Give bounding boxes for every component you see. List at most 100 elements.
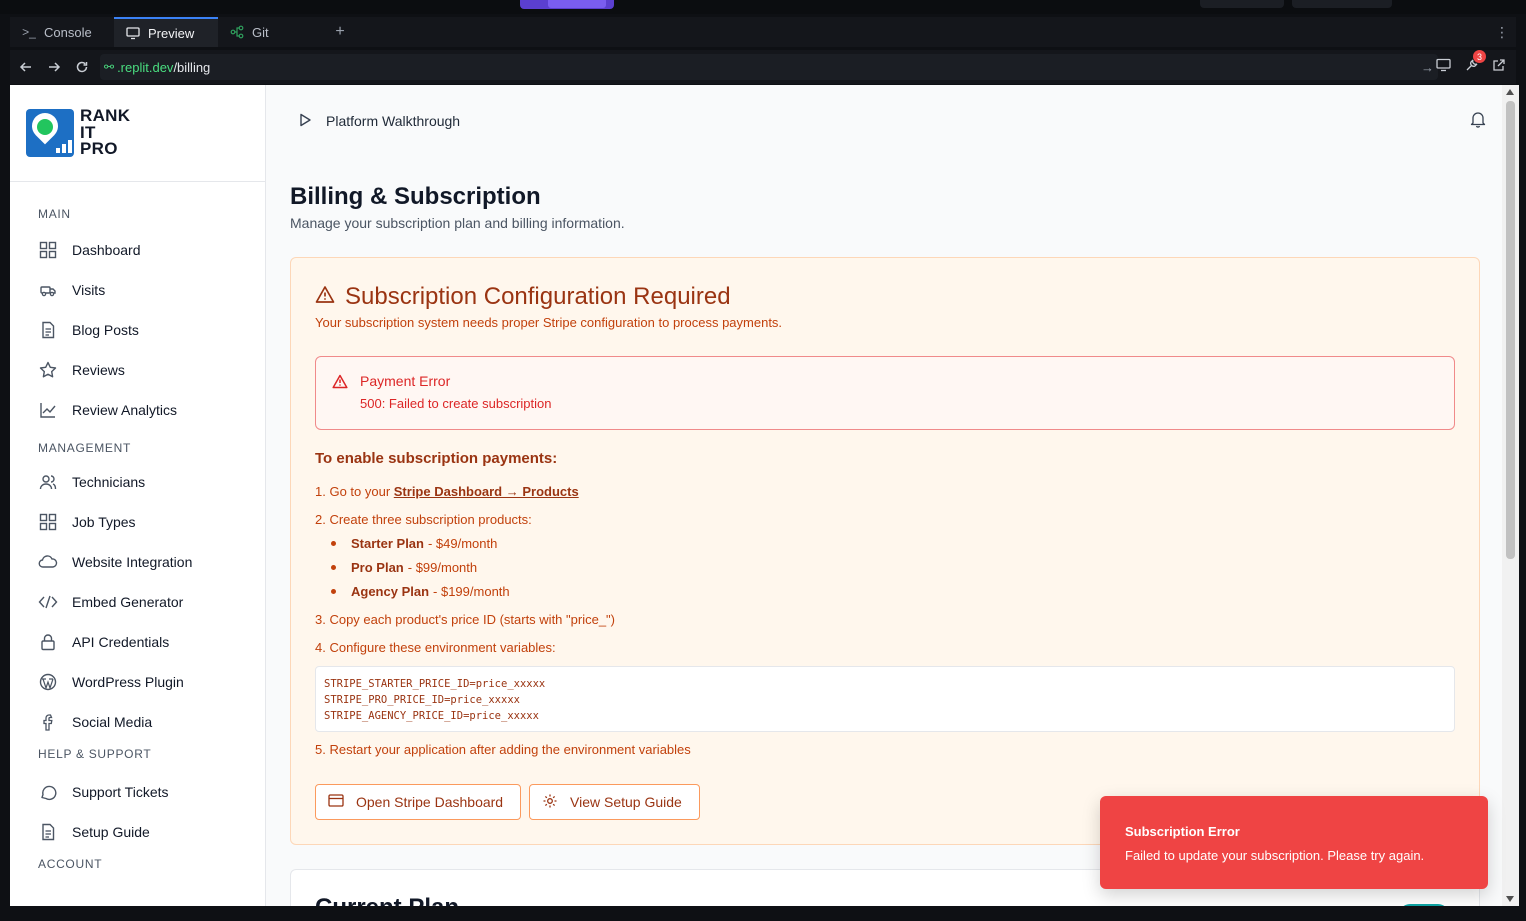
document-icon <box>38 320 58 340</box>
more-vertical-icon: ⋮ <box>1495 23 1509 40</box>
gear-icon <box>542 793 558 812</box>
page-title: Billing & Subscription <box>290 183 541 210</box>
tab-preview[interactable]: Preview <box>114 17 218 47</box>
env-variables-code-block[interactable]: STRIPE_STARTER_PRICE_ID=price_xxxxx STRI… <box>315 666 1455 732</box>
toast-title: Subscription Error <box>1125 824 1240 839</box>
payment-error-alert: Payment Error 500: Failed to create subs… <box>315 356 1455 430</box>
stripe-products-link[interactable]: Stripe Dashboard → Products <box>394 484 579 499</box>
step-2: 2. Create three subscription products: <box>315 512 532 527</box>
steps-heading: To enable subscription payments: <box>315 450 558 467</box>
sidebar-item-api-credentials[interactable]: API Credentials <box>10 622 265 662</box>
play-icon[interactable] <box>298 113 312 130</box>
refresh-icon <box>76 61 88 73</box>
lock-icon <box>38 632 58 652</box>
payment-error-title: Payment Error <box>360 373 451 389</box>
tab-menu-button[interactable]: ⋮ <box>1488 17 1516 47</box>
dashboard-icon <box>38 240 58 260</box>
brand-wordmark: RANK IT PRO <box>80 106 131 158</box>
scroll-down-arrow[interactable] <box>1506 896 1514 902</box>
window-bottom-strip <box>0 906 1526 921</box>
navigate-arrow-icon[interactable]: → <box>1421 60 1434 75</box>
warning-icon <box>315 283 335 311</box>
plan-item-agency: Agency Plan - $199/month <box>331 584 510 599</box>
page-subtitle: Manage your subscription plan and billin… <box>290 215 625 231</box>
sidebar-item-dashboard[interactable]: Dashboard <box>10 230 265 270</box>
truck-icon <box>38 280 58 300</box>
top-control[interactable] <box>1292 0 1392 8</box>
subscription-error-toast[interactable]: Subscription Error Failed to update your… <box>1100 796 1488 889</box>
external-link-icon[interactable] <box>1490 56 1508 74</box>
device-icon[interactable] <box>1434 56 1452 74</box>
sidebar-item-review-analytics[interactable]: Review Analytics <box>10 390 265 430</box>
sidebar-item-job-types[interactable]: Job Types <box>10 502 265 542</box>
credit-card-icon <box>328 794 344 810</box>
subscription-config-card: Subscription Configuration Required Your… <box>290 257 1480 845</box>
sidebar-item-website-integration[interactable]: Website Integration <box>10 542 265 582</box>
preview-url-bar: ⚯ .replit.dev/billing → 3 <box>10 50 1516 84</box>
cloud-icon <box>38 552 58 572</box>
plan-item-pro: Pro Plan - $99/month <box>331 560 477 575</box>
star-icon <box>38 360 58 380</box>
sidebar-item-social-media[interactable]: Social Media <box>10 702 265 742</box>
scrollbar-thumb[interactable] <box>1506 101 1515 559</box>
sidebar-item-visits[interactable]: Visits <box>10 270 265 310</box>
sidebar-item-setup-guide[interactable]: Setup Guide <box>10 812 265 852</box>
tab-console[interactable]: >_ Console <box>10 17 114 47</box>
config-description: Your subscription system needs proper St… <box>315 315 783 330</box>
brand-logo[interactable]: RANK IT PRO <box>10 85 265 182</box>
document-icon <box>38 822 58 842</box>
section-help-heading: HELP & SUPPORT <box>38 747 152 761</box>
toast-message: Failed to update your subscription. Plea… <box>1125 848 1425 863</box>
open-stripe-dashboard-button[interactable]: Open Stripe Dashboard <box>315 784 521 820</box>
plus-icon: + <box>335 23 345 40</box>
scroll-up-arrow[interactable] <box>1506 89 1514 95</box>
view-setup-guide-button[interactable]: View Setup Guide <box>529 784 700 820</box>
payment-error-detail: 500: Failed to create subscription <box>360 396 552 411</box>
main-content: Platform Walkthrough Billing & Subscript… <box>266 85 1502 906</box>
terminal-icon: >_ <box>22 25 36 39</box>
reload-button[interactable] <box>68 53 96 81</box>
chart-line-icon <box>38 400 58 420</box>
bell-icon[interactable] <box>1470 111 1486 131</box>
link-icon: ⚯ <box>104 60 115 74</box>
current-plan-title: Current Plan <box>315 894 459 906</box>
git-branch-icon <box>230 25 244 39</box>
rankitpro-logo-icon <box>26 107 74 157</box>
top-bar: Platform Walkthrough <box>266 85 1502 157</box>
sidebar-item-blog-posts[interactable]: Blog Posts <box>10 310 265 350</box>
sidebar-item-embed-generator[interactable]: Embed Generator <box>10 582 265 622</box>
facebook-icon <box>38 712 58 732</box>
sidebar-item-reviews[interactable]: Reviews <box>10 350 265 390</box>
step-5: 5. Restart your application after adding… <box>315 742 691 757</box>
step-4: 4. Configure these environment variables… <box>315 640 556 655</box>
config-heading: Subscription Configuration Required <box>315 283 731 311</box>
tab-git[interactable]: Git <box>218 17 322 47</box>
sidebar-item-support-tickets[interactable]: Support Tickets <box>10 772 265 812</box>
wordpress-icon <box>38 672 58 692</box>
section-account-heading: ACCOUNT <box>38 857 103 871</box>
devtools-wrench-icon[interactable]: 3 <box>1462 50 1486 74</box>
section-management-heading: MANAGEMENT <box>38 441 132 455</box>
url-input[interactable]: ⚯ .replit.dev/billing → <box>100 54 1438 80</box>
monitor-icon <box>126 26 140 40</box>
grid-icon <box>38 512 58 532</box>
warning-icon <box>332 374 348 394</box>
page-scrollbar[interactable] <box>1502 85 1519 906</box>
arrow-left-icon <box>19 62 31 72</box>
back-button[interactable] <box>12 53 40 81</box>
users-icon <box>38 472 58 492</box>
notification-badge: 3 <box>1473 50 1486 63</box>
sidebar-item-technicians[interactable]: Technicians <box>10 462 265 502</box>
arrow-right-icon <box>49 62 61 72</box>
step-3: 3. Copy each product's price ID (starts … <box>315 612 615 627</box>
forward-button[interactable] <box>40 53 68 81</box>
sidebar-item-wordpress-plugin[interactable]: WordPress Plugin <box>10 662 265 702</box>
platform-walkthrough-link[interactable]: Platform Walkthrough <box>326 113 460 129</box>
add-tab-button[interactable]: + <box>322 17 358 47</box>
window-top-strip <box>0 0 1526 14</box>
sidebar: RANK IT PRO MAIN Dashboard Visits Blog P… <box>10 85 266 906</box>
top-control[interactable] <box>1200 0 1284 8</box>
top-pill[interactable] <box>520 0 614 9</box>
step-1: 1. Go to your Stripe Dashboard → Product… <box>315 484 579 499</box>
code-icon <box>38 592 58 612</box>
